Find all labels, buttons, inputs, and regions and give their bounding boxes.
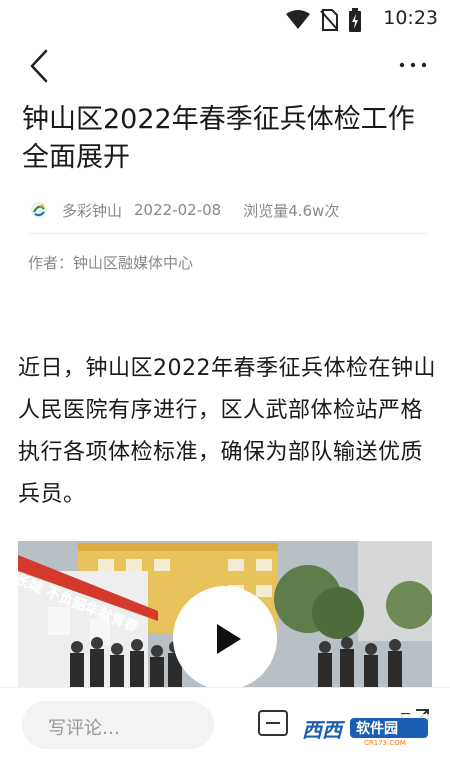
svg-text:软件园: 软件园 xyxy=(356,720,398,737)
watermark-logo-image: 西西 软件园 CR173.COM xyxy=(294,714,434,747)
svg-text:CR173.COM: CR173.COM xyxy=(364,739,406,747)
article-views: 浏览量4.6w次 xyxy=(243,201,340,220)
article-source[interactable]: 多彩钟山 xyxy=(62,200,122,221)
play-icon xyxy=(217,624,241,654)
article-meta: 多彩钟山 2022-02-08 浏览量4.6w次 xyxy=(30,196,430,224)
watermark-logo: 西西 软件园 CR173.COM xyxy=(294,712,434,748)
status-time: 10:23 xyxy=(383,7,438,29)
article-date: 2022-02-08 xyxy=(134,201,222,219)
back-arrow-icon xyxy=(30,49,48,83)
divider xyxy=(28,233,428,234)
play-button[interactable] xyxy=(173,586,277,687)
more-button[interactable] xyxy=(396,50,430,80)
article-body: 近日，钟山区2022年春季征兵体检在钟山人民医院有序进行，区人武部体检站严格执行… xyxy=(18,356,436,507)
nav-bar xyxy=(0,36,450,96)
comment-placeholder: 写评论… xyxy=(48,718,120,739)
article-author: 作者：钟山区融媒体中心 xyxy=(28,254,194,272)
wifi-icon xyxy=(286,10,310,29)
video-player[interactable]: 长城 不负韶华献青春 xyxy=(18,541,432,687)
back-button[interactable] xyxy=(22,48,58,84)
comment-input[interactable]: 写评论… xyxy=(22,701,214,749)
share-icon xyxy=(258,710,288,736)
battery-icon xyxy=(349,8,361,32)
more-icon xyxy=(399,62,427,68)
article-title: 钟山区2022年春季征兵体检工作全面展开 xyxy=(22,104,415,173)
share-button[interactable] xyxy=(256,706,290,740)
no-sim-icon xyxy=(320,9,338,31)
source-logo-icon xyxy=(31,202,47,218)
status-bar: 10:23 xyxy=(0,0,450,36)
svg-text:西西: 西西 xyxy=(302,718,346,742)
status-icons xyxy=(286,8,362,32)
